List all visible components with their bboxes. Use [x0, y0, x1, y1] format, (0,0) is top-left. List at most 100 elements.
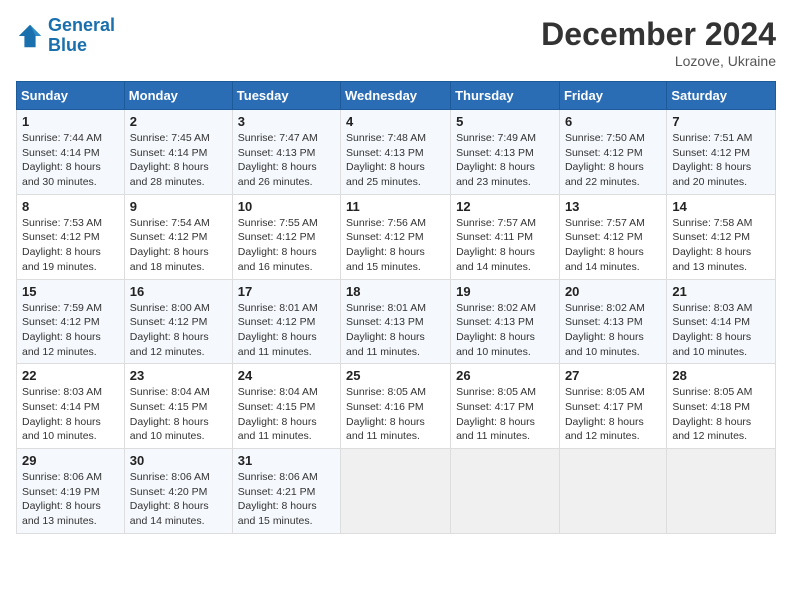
daylight-text-cont: and 11 minutes. — [238, 345, 335, 360]
day-number: 8 — [22, 199, 119, 214]
calendar-cell — [559, 449, 666, 534]
calendar-cell: 17Sunrise: 8:01 AMSunset: 4:12 PMDayligh… — [232, 279, 340, 364]
daylight-text: Daylight: 8 hours — [456, 245, 554, 260]
daylight-text-cont: and 23 minutes. — [456, 175, 554, 190]
daylight-text: Daylight: 8 hours — [672, 160, 770, 175]
day-info: Sunrise: 8:05 AMSunset: 4:17 PMDaylight:… — [456, 385, 554, 444]
sunset-text: Sunset: 4:18 PM — [672, 400, 770, 415]
daylight-text: Daylight: 8 hours — [565, 160, 661, 175]
daylight-text-cont: and 12 minutes. — [565, 429, 661, 444]
daylight-text-cont: and 10 minutes. — [456, 345, 554, 360]
location: Lozove, Ukraine — [541, 53, 776, 69]
daylight-text-cont: and 13 minutes. — [672, 260, 770, 275]
sunrise-text: Sunrise: 8:03 AM — [22, 385, 119, 400]
logo-text: General Blue — [48, 16, 115, 56]
daylight-text: Daylight: 8 hours — [346, 160, 445, 175]
daylight-text: Daylight: 8 hours — [22, 499, 119, 514]
daylight-text-cont: and 22 minutes. — [565, 175, 661, 190]
daylight-text-cont: and 11 minutes. — [346, 429, 445, 444]
calendar-header: SundayMondayTuesdayWednesdayThursdayFrid… — [17, 82, 776, 110]
daylight-text-cont: and 28 minutes. — [130, 175, 227, 190]
daylight-text-cont: and 12 minutes. — [130, 345, 227, 360]
sunrise-text: Sunrise: 8:05 AM — [565, 385, 661, 400]
sunrise-text: Sunrise: 8:01 AM — [346, 301, 445, 316]
day-number: 15 — [22, 284, 119, 299]
sunrise-text: Sunrise: 7:53 AM — [22, 216, 119, 231]
day-number: 5 — [456, 114, 554, 129]
daylight-text: Daylight: 8 hours — [456, 415, 554, 430]
calendar-cell: 31Sunrise: 8:06 AMSunset: 4:21 PMDayligh… — [232, 449, 340, 534]
sunrise-text: Sunrise: 7:56 AM — [346, 216, 445, 231]
day-info: Sunrise: 7:50 AMSunset: 4:12 PMDaylight:… — [565, 131, 661, 190]
sunset-text: Sunset: 4:13 PM — [238, 146, 335, 161]
sunset-text: Sunset: 4:15 PM — [238, 400, 335, 415]
sunrise-text: Sunrise: 7:55 AM — [238, 216, 335, 231]
day-info: Sunrise: 8:01 AMSunset: 4:12 PMDaylight:… — [238, 301, 335, 360]
calendar-cell — [451, 449, 560, 534]
calendar-cell: 1Sunrise: 7:44 AMSunset: 4:14 PMDaylight… — [17, 110, 125, 195]
day-number: 4 — [346, 114, 445, 129]
daylight-text-cont: and 10 minutes. — [672, 345, 770, 360]
calendar-cell: 8Sunrise: 7:53 AMSunset: 4:12 PMDaylight… — [17, 194, 125, 279]
sunrise-text: Sunrise: 8:04 AM — [238, 385, 335, 400]
daylight-text-cont: and 26 minutes. — [238, 175, 335, 190]
sunrise-text: Sunrise: 7:49 AM — [456, 131, 554, 146]
day-number: 21 — [672, 284, 770, 299]
day-number: 25 — [346, 368, 445, 383]
calendar-cell: 28Sunrise: 8:05 AMSunset: 4:18 PMDayligh… — [667, 364, 776, 449]
calendar-cell: 21Sunrise: 8:03 AMSunset: 4:14 PMDayligh… — [667, 279, 776, 364]
daylight-text: Daylight: 8 hours — [238, 499, 335, 514]
day-info: Sunrise: 7:55 AMSunset: 4:12 PMDaylight:… — [238, 216, 335, 275]
daylight-text-cont: and 11 minutes. — [346, 345, 445, 360]
day-number: 26 — [456, 368, 554, 383]
day-info: Sunrise: 7:48 AMSunset: 4:13 PMDaylight:… — [346, 131, 445, 190]
calendar-cell: 3Sunrise: 7:47 AMSunset: 4:13 PMDaylight… — [232, 110, 340, 195]
sunrise-text: Sunrise: 8:03 AM — [672, 301, 770, 316]
sunset-text: Sunset: 4:19 PM — [22, 485, 119, 500]
day-info: Sunrise: 7:57 AMSunset: 4:12 PMDaylight:… — [565, 216, 661, 275]
day-number: 16 — [130, 284, 227, 299]
daylight-text: Daylight: 8 hours — [346, 330, 445, 345]
calendar-cell: 13 Sunrise: 7:57 AMSunset: 4:12 PMDayligh… — [559, 194, 666, 279]
day-info: Sunrise: 8:06 AMSunset: 4:20 PMDaylight:… — [130, 470, 227, 529]
day-info: Sunrise: 7:59 AMSunset: 4:12 PMDaylight:… — [22, 301, 119, 360]
calendar-cell: 10Sunrise: 7:55 AMSunset: 4:12 PMDayligh… — [232, 194, 340, 279]
sunrise-text: Sunrise: 7:59 AM — [22, 301, 119, 316]
daylight-text: Daylight: 8 hours — [565, 415, 661, 430]
day-info: Sunrise: 8:05 AMSunset: 4:18 PMDaylight:… — [672, 385, 770, 444]
week-row-4: 22Sunrise: 8:03 AMSunset: 4:14 PMDayligh… — [17, 364, 776, 449]
day-number: 19 — [456, 284, 554, 299]
day-info: Sunrise: 7:54 AMSunset: 4:12 PMDaylight:… — [130, 216, 227, 275]
day-number: 12 — [456, 199, 554, 214]
day-number: 3 — [238, 114, 335, 129]
daylight-text-cont: and 10 minutes. — [22, 429, 119, 444]
day-number: 11 — [346, 199, 445, 214]
daylight-text-cont: and 10 minutes. — [565, 345, 661, 360]
daylight-text-cont: and 30 minutes. — [22, 175, 119, 190]
calendar-cell: 16Sunrise: 8:00 AMSunset: 4:12 PMDayligh… — [124, 279, 232, 364]
sunrise-text: Sunrise: 7:50 AM — [565, 131, 661, 146]
title-block: December 2024 Lozove, Ukraine — [541, 16, 776, 69]
sunrise-text: Sunrise: 8:02 AM — [565, 301, 661, 316]
sunset-text: Sunset: 4:12 PM — [238, 315, 335, 330]
day-number: 2 — [130, 114, 227, 129]
sunrise-text: Sunrise: 8:02 AM — [456, 301, 554, 316]
calendar-cell: 6Sunrise: 7:50 AMSunset: 4:12 PMDaylight… — [559, 110, 666, 195]
day-number: 13 — [565, 199, 661, 214]
calendar-cell: 5Sunrise: 7:49 AMSunset: 4:13 PMDaylight… — [451, 110, 560, 195]
sunset-text: Sunset: 4:14 PM — [22, 400, 119, 415]
daylight-text-cont: and 12 minutes. — [672, 429, 770, 444]
header-day-monday: Monday — [124, 82, 232, 110]
week-row-5: 29Sunrise: 8:06 AMSunset: 4:19 PMDayligh… — [17, 449, 776, 534]
sunset-text: Sunset: 4:14 PM — [672, 315, 770, 330]
sunrise-text: Sunrise: 7:48 AM — [346, 131, 445, 146]
sunset-text: Sunset: 4:12 PM — [130, 230, 227, 245]
day-info: Sunrise: 7:56 AMSunset: 4:12 PMDaylight:… — [346, 216, 445, 275]
daylight-text: Daylight: 8 hours — [130, 415, 227, 430]
day-info: Sunrise: 8:06 AMSunset: 4:19 PMDaylight:… — [22, 470, 119, 529]
sunset-text: Sunset: 4:13 PM — [456, 315, 554, 330]
daylight-text-cont: and 25 minutes. — [346, 175, 445, 190]
daylight-text: Daylight: 8 hours — [456, 160, 554, 175]
calendar-body: 1Sunrise: 7:44 AMSunset: 4:14 PMDaylight… — [17, 110, 776, 534]
sunrise-text: Sunrise: 8:01 AM — [238, 301, 335, 316]
